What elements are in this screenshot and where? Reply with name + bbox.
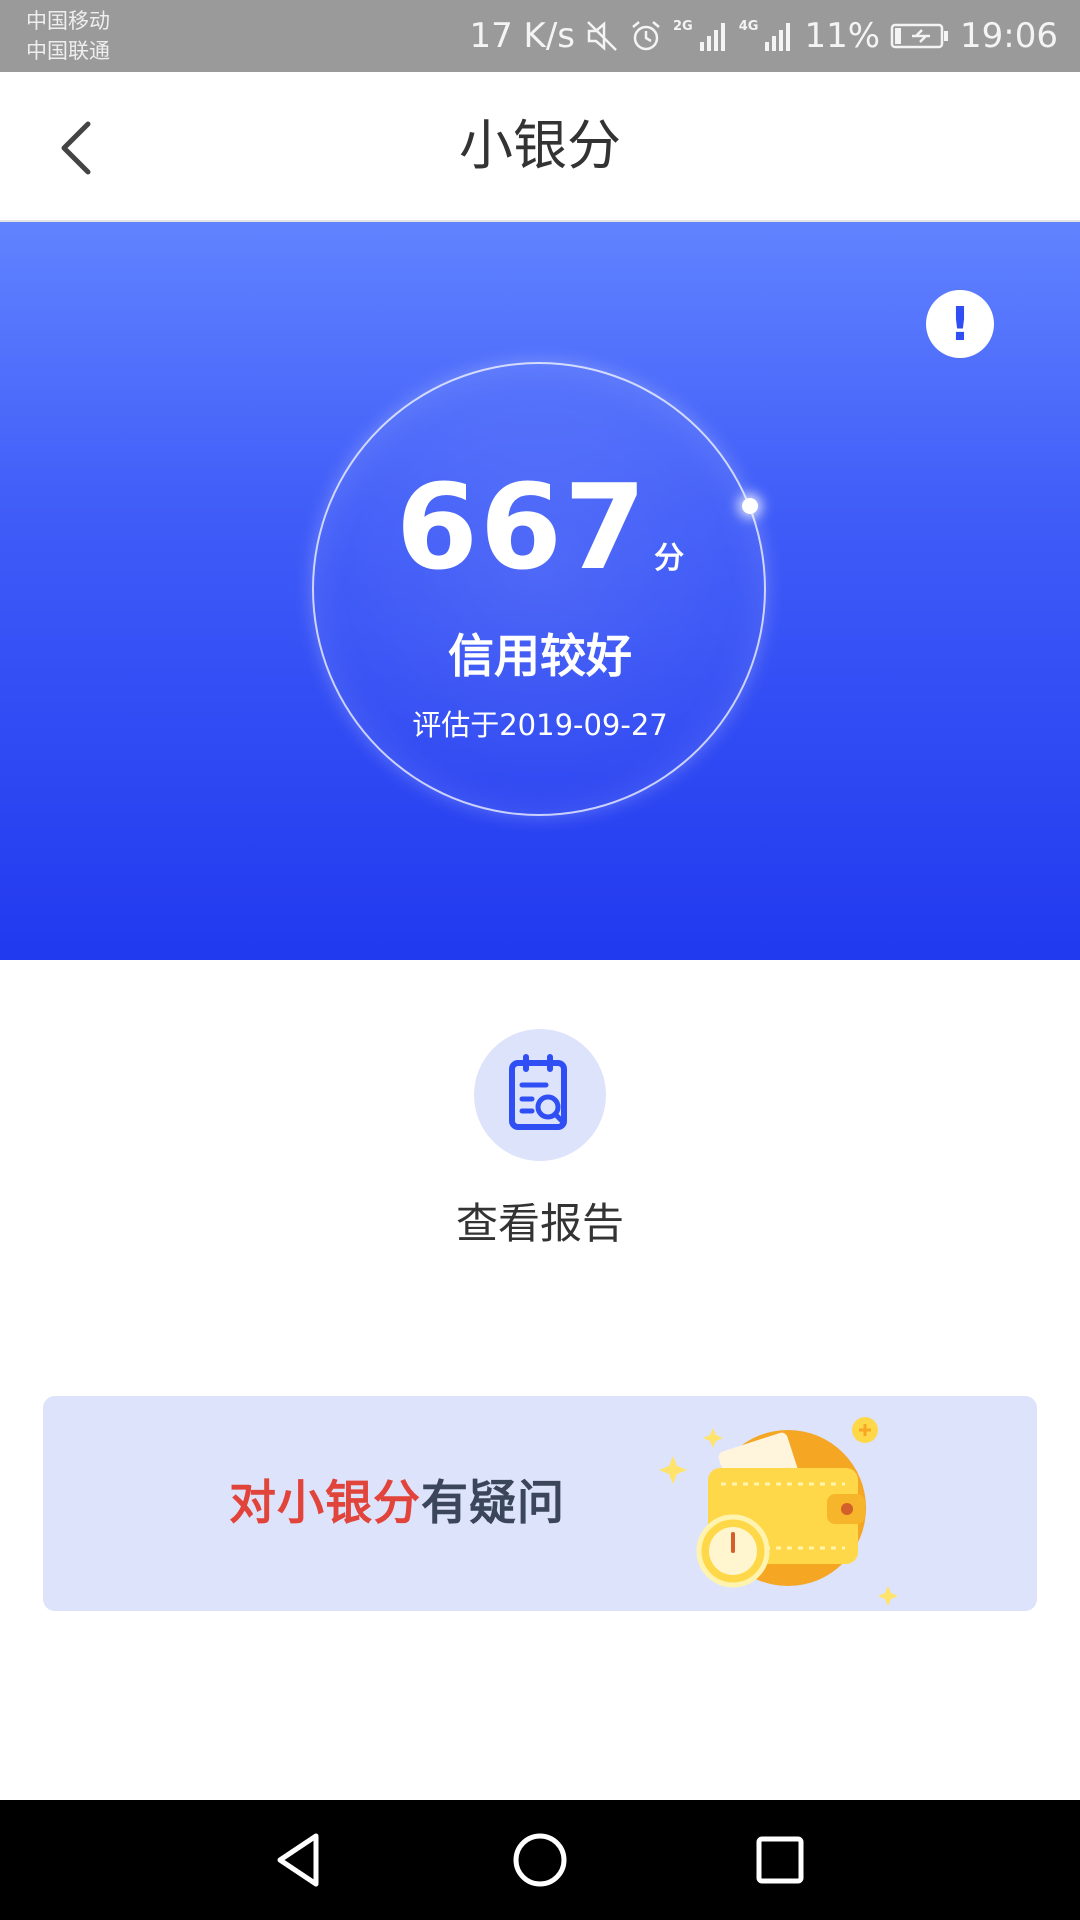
battery-icon: [890, 21, 950, 51]
alarm-icon: [629, 19, 663, 53]
sim2-type: 4G: [738, 18, 759, 34]
carrier-names: 中国移动 中国联通: [26, 6, 110, 66]
nav-back-button[interactable]: [268, 1828, 332, 1892]
report-search-icon: [509, 1054, 567, 1130]
status-indicators: 17 K/s 2G 4G 11% 19:06: [469, 0, 1058, 72]
wallet-clock-illustration: [659, 1417, 898, 1606]
carrier-2: 中国联通: [26, 39, 110, 63]
sim1-type: 2G: [673, 18, 693, 34]
net-speed: 17 K/s: [469, 16, 575, 56]
score-display: 667 分: [0, 458, 1080, 596]
chevron-left-icon: [61, 121, 91, 175]
credit-score: 667: [395, 458, 649, 596]
recents-square-icon: [756, 1836, 804, 1884]
mute-icon: [585, 19, 619, 53]
back-triangle-icon: [277, 1833, 319, 1887]
clock: 19:06: [960, 16, 1058, 56]
home-circle-icon: [513, 1833, 567, 1887]
banner-highlight: 对小银分: [229, 1476, 421, 1531]
view-report-button[interactable]: [474, 1029, 606, 1161]
banner-text: 对小银分有疑问: [229, 1396, 565, 1611]
battery-percent: 11%: [804, 16, 881, 56]
banner-rest: 有疑问: [421, 1476, 565, 1531]
page-title: 小银分: [459, 114, 621, 177]
back-button[interactable]: [50, 112, 110, 182]
score-card: ! 667 分 信用较好 评估于2019-09-27: [0, 222, 1080, 960]
info-button[interactable]: !: [926, 290, 994, 358]
signal-icon: [764, 20, 794, 52]
credit-level: 信用较好: [448, 629, 632, 683]
signal-icon: [699, 20, 729, 52]
exclamation-icon: !: [949, 297, 971, 351]
evaluation-date: 评估于2019-09-27: [412, 708, 668, 742]
status-bar: 中国移动 中国联通 17 K/s 2G 4G 11% 19:06: [0, 0, 1080, 72]
faq-banner[interactable]: 对小银分有疑问: [43, 1396, 1037, 1611]
carrier-1: 中国移动: [26, 9, 110, 33]
nav-home-button[interactable]: [508, 1828, 572, 1892]
app-header: 小银分: [0, 72, 1080, 222]
view-report-label[interactable]: 查看报告: [0, 1190, 1080, 1251]
nav-recents-button[interactable]: [748, 1828, 812, 1892]
system-nav-bar: [0, 1800, 1080, 1920]
score-unit: 分: [654, 541, 685, 576]
